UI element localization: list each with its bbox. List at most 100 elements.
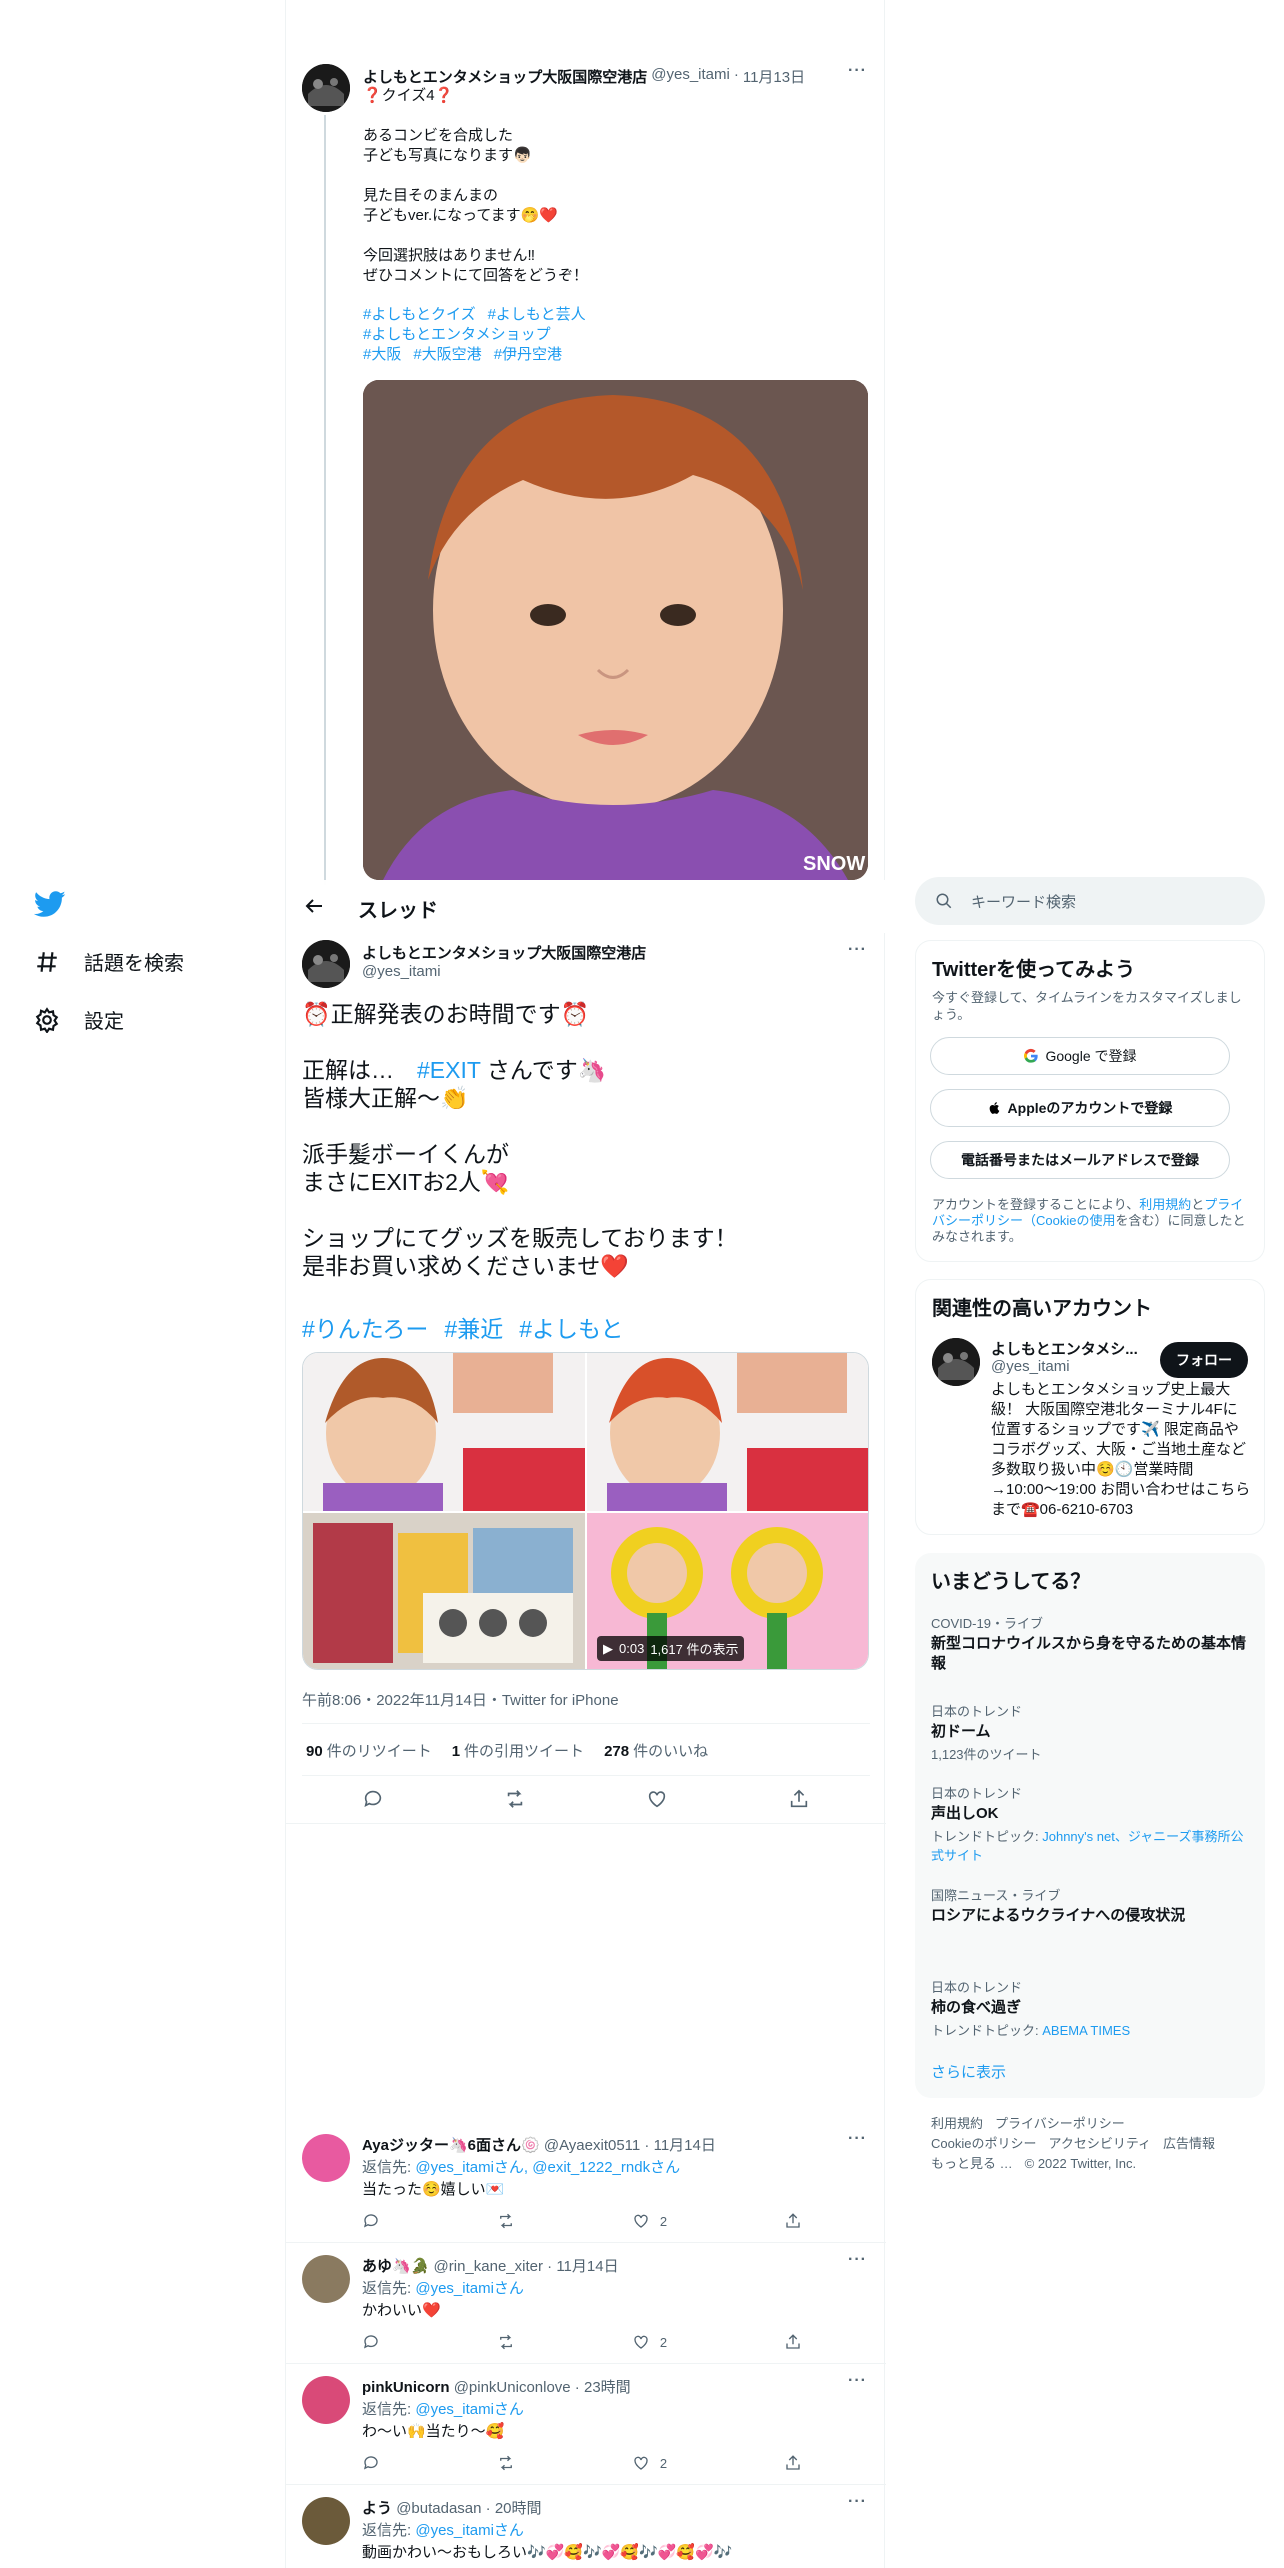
trend-topic-link[interactable]: ABEMA TIMES	[1042, 2023, 1130, 2038]
tweet-timestamp[interactable]: 午前8:06・2022年11月14日・Twitter for iPhone	[302, 1689, 619, 1710]
reply-icon[interactable]	[362, 1788, 384, 1810]
author-name[interactable]: よしもとエンタメショップ大阪国際空港店	[362, 942, 646, 963]
share-icon[interactable]	[788, 1788, 810, 1810]
retweet-count[interactable]: 90 件のリツイート	[306, 1740, 432, 1761]
author-handle[interactable]: @Ayaexit0511	[544, 2137, 640, 2154]
avatar[interactable]	[302, 64, 350, 112]
reply-to-link[interactable]: @yes_itamiさん	[415, 2280, 524, 2297]
footer-link[interactable]: プライバシーポリシー	[995, 2116, 1125, 2131]
trend-item[interactable]: COVID-19・ライブ 新型コロナウイルスから身を守るための基本情報	[931, 1613, 1249, 1674]
media-photo[interactable]	[303, 1353, 585, 1511]
retweet-button[interactable]	[497, 2454, 515, 2472]
footer-link[interactable]: Cookieのポリシー	[931, 2136, 1036, 2151]
author-name[interactable]: よう	[362, 2500, 392, 2517]
media-photo[interactable]	[303, 1513, 585, 1669]
tweet-date[interactable]: 11月14日	[556, 2258, 618, 2275]
avatar[interactable]	[302, 2497, 350, 2545]
phone-email-signup-button[interactable]: 電話番号またはメールアドレスで登録	[930, 1141, 1230, 1179]
show-more-link[interactable]: さらに表示	[931, 2061, 1006, 2082]
author-name[interactable]: Ayaジッター🦄6面さん🍥	[362, 2137, 540, 2154]
reply-to-link[interactable]: @yes_itamiさん	[415, 2522, 524, 2539]
like-button[interactable]: 2	[632, 2333, 667, 2351]
reply-to-link[interactable]: @yes_itamiさん	[415, 2401, 524, 2418]
hashtag-link[interactable]: #EXIT	[417, 1057, 481, 1083]
follow-button[interactable]: フォロー	[1160, 1342, 1248, 1378]
reply-tweet[interactable]: Ayaジッター🦄6面さん🍥 @Ayaexit0511 · 11月14日 ··· 返信…	[286, 2122, 886, 2243]
avatar[interactable]	[302, 2255, 350, 2303]
author-handle[interactable]: @pinkUniconlove	[454, 2379, 571, 2396]
back-arrow-icon[interactable]	[302, 894, 326, 918]
share-button[interactable]	[784, 2212, 802, 2230]
nav-settings[interactable]: 設定	[34, 1005, 124, 1034]
parent-tweet[interactable]: よしもとエンタメショップ大阪国際空港店 @yes_itami · 11月13日 …	[286, 0, 886, 885]
avatar[interactable]	[932, 1338, 980, 1386]
more-options-icon[interactable]: ···	[848, 2251, 867, 2269]
tweet-date[interactable]: 11月14日	[654, 2137, 716, 2154]
trend-item[interactable]: 国際ニュース・ライブ ロシアによるウクライナへの侵攻状況	[931, 1885, 1249, 1926]
terms-link[interactable]: 利用規約	[1139, 1197, 1191, 1212]
like-button[interactable]: 2	[632, 2212, 667, 2230]
hashtag-link[interactable]: #よしもと芸人	[488, 306, 586, 323]
media-video[interactable]: ▶ 0:03 1,617 件の表示	[587, 1513, 868, 1669]
hashtag-link[interactable]: #よしもと	[519, 1316, 623, 1342]
like-count[interactable]: 278 件のいいね	[604, 1740, 708, 1761]
reply-header: よう @butadasan · 20時間	[362, 2500, 542, 2517]
like-icon[interactable]	[646, 1788, 668, 1810]
author-name[interactable]: よしもとエンタメショップ大阪国際空港店	[363, 66, 647, 87]
reply-tweet[interactable]: あゆ🦄🐊 @rin_kane_xiter · 11月14日 ··· 返信先: @ye…	[286, 2243, 886, 2364]
retweet-icon[interactable]	[504, 1788, 526, 1810]
related-account-handle[interactable]: @yes_itami	[991, 1358, 1070, 1375]
more-options-icon[interactable]: ···	[848, 2372, 867, 2390]
retweet-button[interactable]	[497, 2212, 515, 2230]
avatar[interactable]	[302, 2376, 350, 2424]
more-options-icon[interactable]: ···	[848, 62, 867, 80]
quote-count[interactable]: 1 件の引用ツイート	[452, 1740, 584, 1761]
hashtag-link[interactable]: #大阪空港	[413, 346, 481, 363]
search-input[interactable]: キーワード検索	[915, 877, 1265, 925]
hashtag-link[interactable]: #大阪	[363, 346, 401, 363]
reply-button[interactable]	[362, 2212, 380, 2230]
tweet-date[interactable]: 23時間	[584, 2379, 631, 2396]
author-handle[interactable]: @yes_itami	[651, 66, 730, 87]
more-options-icon[interactable]: ···	[848, 941, 867, 959]
author-handle[interactable]: @butadasan	[396, 2500, 481, 2517]
more-options-icon[interactable]: ···	[848, 2130, 867, 2148]
trend-item[interactable]: 日本のトレンド 柿の食べ過ぎ トレンドトピック: ABEMA TIMES	[931, 1977, 1249, 2039]
footer-link[interactable]: 広告情報	[1163, 2136, 1215, 2151]
reply-tweet[interactable]: よう @butadasan · 20時間 ··· 返信先: @yes_itamiさん…	[286, 2485, 886, 2568]
author-name[interactable]: あゆ🦄🐊	[362, 2258, 429, 2275]
nav-explore[interactable]: 話題を検索	[34, 947, 184, 976]
apple-signup-button[interactable]: Appleのアカウントで登録	[930, 1089, 1230, 1127]
like-button[interactable]: 2	[632, 2454, 667, 2472]
avatar[interactable]	[302, 2134, 350, 2182]
trend-item[interactable]: 日本のトレンド 初ドーム 1,123件のツイート	[931, 1701, 1249, 1763]
google-signup-button[interactable]: Google で登録	[930, 1037, 1230, 1075]
more-options-icon[interactable]: ···	[848, 2493, 867, 2511]
main-tweet-avatar[interactable]	[302, 940, 350, 988]
media-photo[interactable]	[587, 1353, 868, 1511]
footer-link[interactable]: 利用規約	[931, 2116, 983, 2131]
tweet-date[interactable]: 11月13日	[743, 66, 805, 87]
hashtag-link[interactable]: #伊丹空港	[494, 346, 562, 363]
trend-item[interactable]: 日本のトレンド 声出しOK トレンドトピック: Johnny's net、ジャニ…	[931, 1783, 1249, 1864]
footer-link[interactable]: もっと見る …	[931, 2156, 1013, 2171]
twitter-bird-icon[interactable]	[34, 888, 66, 920]
hashtag-link[interactable]: #よしもとエンタメショップ	[363, 326, 551, 343]
hashtag-link[interactable]: #よしもとクイズ	[363, 306, 476, 323]
reply-button[interactable]	[362, 2333, 380, 2351]
footer-link[interactable]: アクセシビリティ	[1048, 2136, 1151, 2151]
share-button[interactable]	[784, 2454, 802, 2472]
tweet-photo[interactable]: SNOW	[363, 380, 868, 880]
share-button[interactable]	[784, 2333, 802, 2351]
hashtag-link[interactable]: #りんたろー	[302, 1316, 428, 1342]
reply-button[interactable]	[362, 2454, 380, 2472]
author-handle[interactable]: @rin_kane_xiter	[434, 2258, 543, 2275]
author-name[interactable]: pinkUnicorn	[362, 2379, 450, 2396]
related-account-name[interactable]: よしもとエンタメシ...	[991, 1338, 1138, 1359]
reply-tweet[interactable]: pinkUnicorn @pinkUniconlove · 23時間 ··· 返信先…	[286, 2364, 886, 2485]
author-handle[interactable]: @yes_itami	[362, 963, 441, 980]
reply-to-link[interactable]: @yes_itamiさん, @exit_1222_rndkさん	[415, 2159, 680, 2176]
hashtag-link[interactable]: #兼近	[444, 1316, 503, 1342]
tweet-date[interactable]: 20時間	[495, 2500, 542, 2517]
retweet-button[interactable]	[497, 2333, 515, 2351]
